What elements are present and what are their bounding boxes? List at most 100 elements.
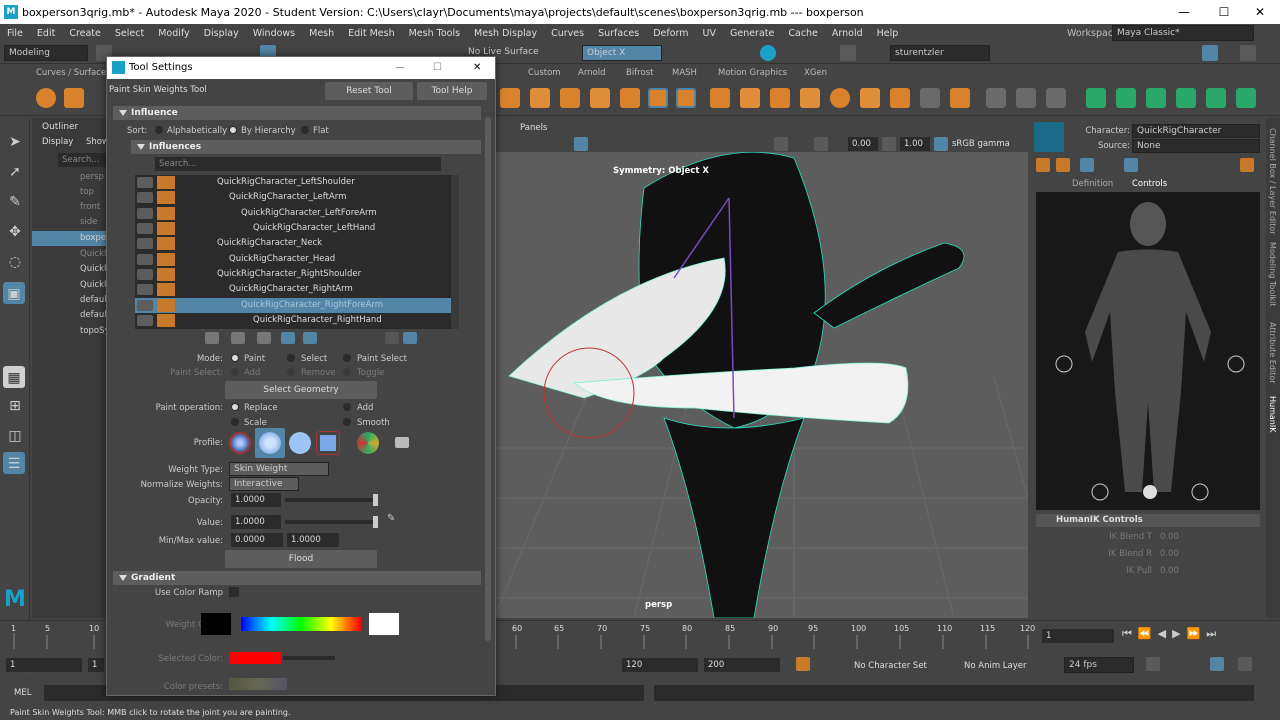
colorspace-label[interactable]: sRGB gamma xyxy=(952,139,1010,149)
ts-scrollbar[interactable] xyxy=(485,117,491,641)
outliner-item[interactable]: side xyxy=(32,215,110,230)
viewport[interactable] xyxy=(494,118,1028,618)
go-end-icon[interactable]: ⏭ xyxy=(1206,627,1222,640)
layout-outliner-icon[interactable]: ☰ xyxy=(3,452,25,474)
profile-soft-icon[interactable] xyxy=(259,432,281,454)
gamma-icon[interactable] xyxy=(882,137,896,151)
menu-select[interactable]: Select xyxy=(108,28,151,39)
sort-flat-radio[interactable] xyxy=(301,126,309,134)
influence-item[interactable]: QuickRigCharacter_LeftArm xyxy=(135,190,451,205)
tab-controls[interactable]: Controls xyxy=(1132,179,1167,189)
shelf-tab-curves[interactable]: Curves / Surfaces xyxy=(36,68,111,81)
influence-list-scrollbar[interactable] xyxy=(451,175,459,329)
value-slider[interactable] xyxy=(285,520,377,524)
uv-planar-icon[interactable] xyxy=(1086,88,1106,108)
outliner-item[interactable]: default xyxy=(32,308,110,323)
grid-icon[interactable] xyxy=(590,88,610,108)
lock-icon[interactable] xyxy=(137,223,153,234)
weight-color-end-swatch[interactable] xyxy=(369,613,399,635)
selected-color-slider[interactable] xyxy=(283,656,335,660)
layout-side-icon[interactable]: ◫ xyxy=(3,424,27,448)
ik-blend-r-value[interactable]: 0.00 xyxy=(1160,549,1180,559)
maximize-button[interactable]: ☐ xyxy=(1204,0,1244,24)
opacity-slider[interactable] xyxy=(285,498,377,502)
move-tool-icon[interactable]: ✥ xyxy=(3,220,27,244)
influence-item[interactable]: QuickRigCharacter_RightShoulder xyxy=(135,267,451,282)
profile-gaussian-icon[interactable] xyxy=(229,432,251,454)
shelf-tab-bifrost[interactable]: Bifrost xyxy=(626,68,653,81)
reduce-icon[interactable] xyxy=(920,88,940,108)
source-dropdown[interactable]: None xyxy=(1132,139,1260,153)
tab-humanik[interactable]: HumanIK xyxy=(1268,396,1277,432)
weight-color-ramp[interactable] xyxy=(241,617,361,631)
end-time-field[interactable]: 200 xyxy=(704,658,780,672)
go-start-icon[interactable]: ⏮ xyxy=(1122,627,1138,640)
ts-close-button[interactable]: ✕ xyxy=(473,57,481,79)
menu-create[interactable]: Create xyxy=(62,28,108,39)
influence-item-selected[interactable]: QuickRigCharacter_RightForeArm xyxy=(135,298,451,313)
lock-icon[interactable] xyxy=(137,269,153,280)
outliner-item[interactable]: QuickR xyxy=(32,247,110,262)
influence-item[interactable]: QuickRigCharacter_Head xyxy=(135,252,451,267)
minimize-button[interactable]: — xyxy=(1164,0,1204,24)
checker-icon[interactable] xyxy=(1236,88,1256,108)
target-weld-icon[interactable] xyxy=(1046,88,1066,108)
tree-view-icon[interactable] xyxy=(403,332,417,344)
menu-display[interactable]: Display xyxy=(197,28,246,39)
filter-icon[interactable] xyxy=(137,157,151,169)
opacity-slider-handle[interactable] xyxy=(373,494,378,506)
smooth-icon[interactable] xyxy=(830,88,850,108)
cube-icon[interactable] xyxy=(64,88,84,108)
outliner-search[interactable]: Search... xyxy=(58,153,110,167)
shelf-tab-arnold[interactable]: Arnold xyxy=(578,68,606,81)
folder-icon[interactable] xyxy=(395,437,409,448)
fps-dropdown[interactable]: 24 fps xyxy=(1064,657,1134,673)
gradient-section-header[interactable]: Gradient xyxy=(113,571,481,585)
move-weights-icon[interactable] xyxy=(281,332,295,344)
weight-type-dropdown[interactable]: Skin Weight xyxy=(229,462,329,476)
copy-weights-icon[interactable] xyxy=(205,332,219,344)
profile-solid-icon[interactable] xyxy=(289,432,311,454)
op-scale-radio[interactable] xyxy=(231,418,239,426)
color-presets-swatches[interactable] xyxy=(229,678,287,690)
play-icon[interactable]: ▶ xyxy=(1172,627,1186,640)
menu-arnold[interactable]: Arnold xyxy=(825,28,870,39)
sort-options-icon[interactable] xyxy=(417,124,443,136)
step-forward-icon[interactable]: ⏩ xyxy=(1187,627,1207,640)
op-replace-radio[interactable] xyxy=(231,403,239,411)
profile-image-icon[interactable] xyxy=(357,432,379,454)
fill-hole-icon[interactable] xyxy=(950,88,970,108)
menu-file[interactable]: File xyxy=(0,28,30,39)
reset-tool-button[interactable]: Reset Tool xyxy=(325,82,413,100)
paint-icon[interactable] xyxy=(710,88,730,108)
step-back-key-icon[interactable]: ⏪ xyxy=(1138,627,1158,640)
influence-item[interactable]: QuickRigCharacter_RightArm xyxy=(135,282,451,297)
min-value-field[interactable]: 0.0000 xyxy=(231,533,283,547)
layout-single-icon[interactable]: ▣ xyxy=(3,282,25,304)
ik-blend-t-value[interactable]: 0.00 xyxy=(1160,532,1180,542)
influences-section-header[interactable]: Influences xyxy=(131,140,481,154)
outliner-item[interactable]: top xyxy=(32,185,110,200)
cone-icon[interactable] xyxy=(530,88,550,108)
humanik-controls-header[interactable]: HumanIK Controls xyxy=(1036,514,1260,527)
menu-edit[interactable]: Edit xyxy=(30,28,62,39)
start-time-field[interactable]: 1 xyxy=(6,658,82,672)
influence-item[interactable]: QuickRigCharacter_RightHand xyxy=(135,313,451,328)
paste-weights-icon[interactable] xyxy=(231,332,245,344)
loop-icon[interactable] xyxy=(1146,657,1160,671)
menu-uv[interactable]: UV xyxy=(696,28,723,39)
lasso-tool-icon[interactable]: ➚ xyxy=(3,160,27,184)
outliner-item[interactable]: QuickF xyxy=(32,278,110,293)
hik-settings-icon[interactable] xyxy=(1240,158,1254,172)
multicut-icon[interactable] xyxy=(986,88,1006,108)
ts-maximize-button[interactable]: ☐ xyxy=(433,57,442,79)
anim-layer[interactable]: No Anim Layer xyxy=(964,661,1027,671)
bridge-icon[interactable] xyxy=(648,88,668,108)
workspace-dropdown[interactable]: Maya Classic* xyxy=(1112,25,1254,41)
exposure-icon[interactable] xyxy=(814,137,828,151)
value-slider-handle[interactable] xyxy=(373,516,378,528)
lock-icon[interactable] xyxy=(137,284,153,295)
bevel-icon[interactable] xyxy=(676,88,696,108)
separate-icon[interactable] xyxy=(770,88,790,108)
menu-mesh[interactable]: Mesh xyxy=(302,28,341,39)
